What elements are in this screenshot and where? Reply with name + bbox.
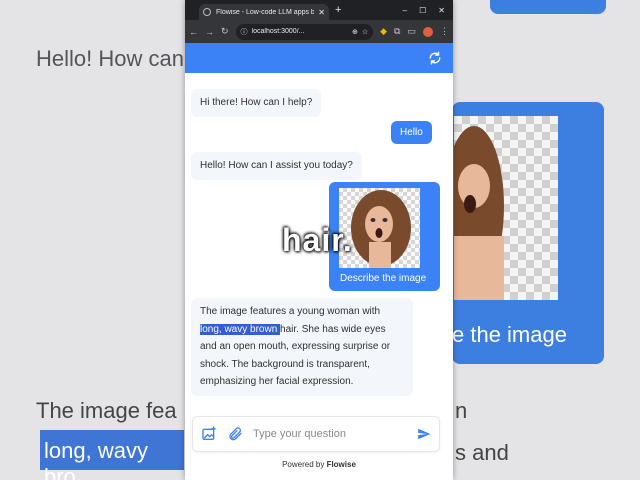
bookmark-star-icon[interactable]: ☆ [362,28,368,36]
bot-message-greeting: Hi there! How can I help? [191,89,322,117]
menu-icon[interactable]: ⋮ [440,26,449,37]
window-controls: – ☐ ✕ [403,6,453,15]
bg-answer-text: The image fea [36,398,177,423]
chat-input-box [192,416,440,452]
bg-hello-text: Hello! How can [36,46,184,71]
globe-icon [203,8,211,16]
browser-tab[interactable]: Flowise - Low-code LLM apps b ✕ [199,4,329,20]
site-info-icon[interactable]: ⓘ [241,27,248,37]
bg-user-bubble [490,0,606,14]
powered-by-label: Powered by [282,460,325,469]
toolbar: ← → ↻ ⓘ localhost:3000/... ⊕ ☆ ◆ ⧉ ▭ ⋮ [185,20,453,43]
bg-card-text: e the image [452,322,567,347]
forward-icon[interactable]: → [205,27,214,37]
image-upload-icon[interactable] [201,426,217,442]
tab-bar: Flowise - Low-code LLM apps b ✕ + – ☐ ✕ [185,0,453,20]
bot-message-answer: The image features a young woman with lo… [191,298,413,396]
image-caption: Describe the image [340,273,427,284]
extensions-puzzle-icon[interactable]: ⧉ [394,26,400,37]
question-input[interactable] [253,428,407,440]
send-icon[interactable] [417,427,431,441]
back-icon[interactable]: ← [189,27,198,37]
extension-icon[interactable]: ◆ [380,26,387,37]
brand-link[interactable]: Flowise [327,460,356,469]
zoom-icon[interactable]: ⊕ [352,28,358,36]
reload-icon[interactable]: ↻ [221,26,229,37]
url-text: localhost:3000/... [251,28,305,35]
sidebar-icon[interactable]: ▭ [407,26,416,37]
maximize-icon[interactable]: ☐ [419,6,426,15]
selected-text[interactable]: long, wavy brown [200,323,281,335]
powered-by-footer: Powered by Flowise [185,460,453,469]
app-header [185,43,453,73]
answer-text-start: The image features a young woman with [200,306,381,317]
close-window-icon[interactable]: ✕ [438,6,445,15]
profile-avatar[interactable] [423,26,433,37]
paperclip-icon[interactable] [227,426,243,442]
bot-message-reply: Hello! How can I assist you today? [191,152,362,180]
address-bar[interactable]: ⓘ localhost:3000/... ⊕ ☆ [235,23,374,40]
bg-answer-right-1: n [455,398,468,423]
bg-answer-highlight: long, wavy bro [40,430,184,480]
caption-overlay: hair. [282,222,353,258]
bg-answer-right-2: s and [455,440,509,465]
user-message-hello: Hello [391,121,432,144]
close-tab-icon[interactable]: ✕ [318,8,325,17]
tab-title: Flowise - Low-code LLM apps b [216,8,315,16]
bg-photo [454,116,558,300]
refresh-icon[interactable] [428,51,442,65]
minimize-icon[interactable]: – [403,6,407,15]
new-tab-icon[interactable]: + [335,4,341,16]
